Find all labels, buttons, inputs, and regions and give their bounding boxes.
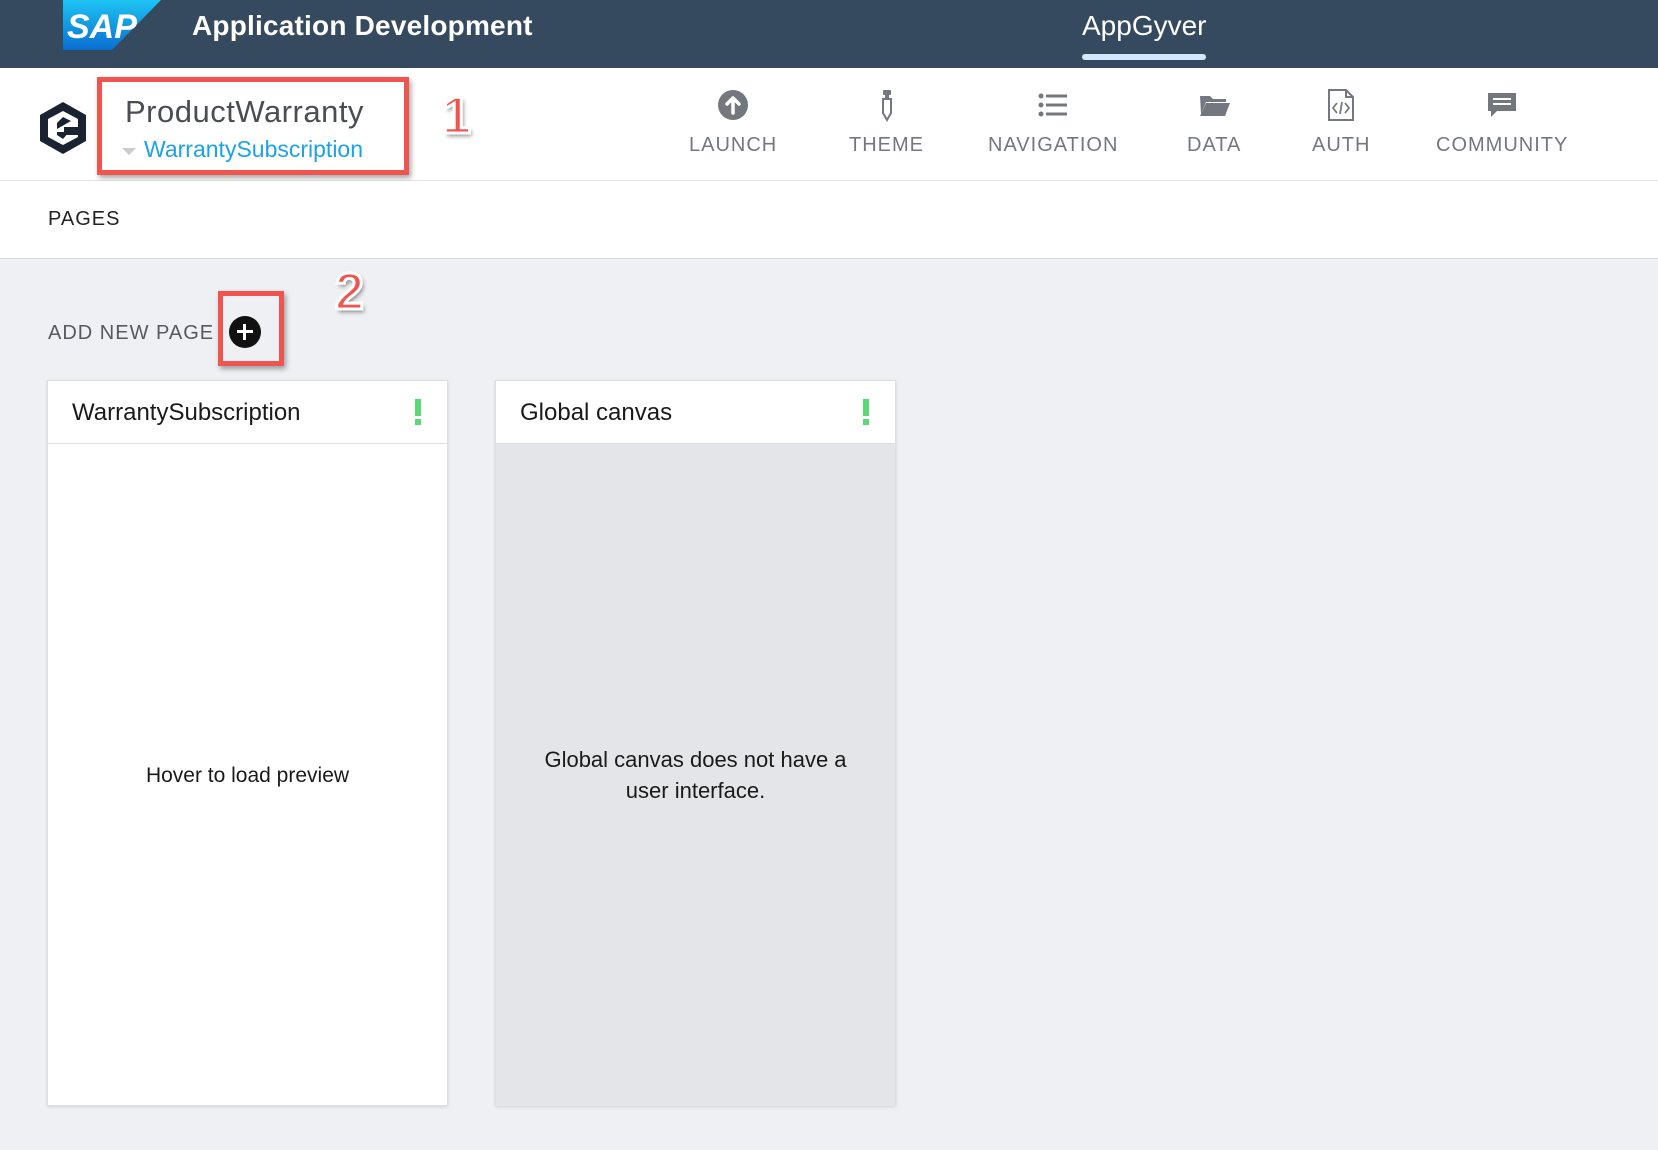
page-card-title: WarrantySubscription xyxy=(72,399,301,426)
appgyver-logo-icon[interactable] xyxy=(38,102,88,154)
current-page-label: WarrantySubscription xyxy=(144,136,364,162)
code-file-icon xyxy=(1328,89,1355,121)
nav-data-label: DATA xyxy=(1187,134,1242,156)
page-card-title: Global canvas xyxy=(520,399,673,426)
status-ok-icon xyxy=(863,399,869,425)
project-selector-highlight: ProductWarranty WarrantySubscription xyxy=(97,77,409,175)
nav-community[interactable]: COMMUNITY xyxy=(1436,88,1568,157)
app-header: ProductWarranty WarrantySubscription 1 L… xyxy=(0,68,1658,181)
shell-title: Application Development xyxy=(192,10,533,41)
shell-bar: SAP Application Development AppGyver xyxy=(0,0,1658,68)
page-card[interactable]: WarrantySubscription Hover to load previ… xyxy=(47,380,448,1106)
caret-down-icon xyxy=(122,148,136,155)
page-preview: Global canvas does not have a user inter… xyxy=(496,444,895,1106)
tab-appgyver[interactable]: AppGyver xyxy=(1082,10,1207,42)
nav-data[interactable]: DATA xyxy=(1187,88,1241,157)
nav-auth-label: AUTH xyxy=(1312,134,1371,156)
nav-theme[interactable]: THEME xyxy=(849,88,924,157)
nav-navigation-label: NAVIGATION xyxy=(988,134,1119,156)
preview-message: Global canvas does not have a user inter… xyxy=(544,747,847,803)
tab-active-indicator xyxy=(1082,54,1206,60)
upload-circle-icon xyxy=(718,90,749,120)
callout-number: 1 xyxy=(441,86,473,147)
nav-community-label: COMMUNITY xyxy=(1436,134,1569,156)
nav-navigation[interactable]: NAVIGATION xyxy=(988,88,1118,157)
pages-title: PAGES xyxy=(48,208,121,230)
add-page-button[interactable] xyxy=(229,316,261,348)
page-card[interactable]: Global canvas Global canvas does not hav… xyxy=(495,380,896,1106)
nav-launch[interactable]: LAUNCH xyxy=(689,88,777,157)
nav-auth[interactable]: AUTH xyxy=(1312,88,1370,157)
pages-toolbar: PAGES xyxy=(0,181,1658,259)
pipette-icon xyxy=(881,90,892,122)
list-icon xyxy=(1038,93,1068,117)
add-new-page-label: ADD NEW PAGE xyxy=(48,322,215,344)
nav-launch-label: LAUNCH xyxy=(689,134,778,156)
preview-hint: Hover to load preview xyxy=(145,763,350,787)
chat-icon xyxy=(1488,93,1517,117)
sap-logo[interactable]: SAP xyxy=(63,0,161,50)
status-ok-icon xyxy=(415,399,421,425)
page-preview[interactable]: Hover to load preview xyxy=(48,444,447,1106)
page-card-header: WarrantySubscription xyxy=(48,381,447,444)
project-name: ProductWarranty xyxy=(125,94,364,129)
nav-theme-label: THEME xyxy=(849,134,924,156)
page-card-header: Global canvas xyxy=(496,381,895,444)
page-dropdown[interactable]: WarrantySubscription xyxy=(122,136,363,163)
callout-number: 2 xyxy=(334,262,366,323)
sap-logo-text: SAP xyxy=(67,8,137,46)
folder-icon xyxy=(1200,96,1231,116)
